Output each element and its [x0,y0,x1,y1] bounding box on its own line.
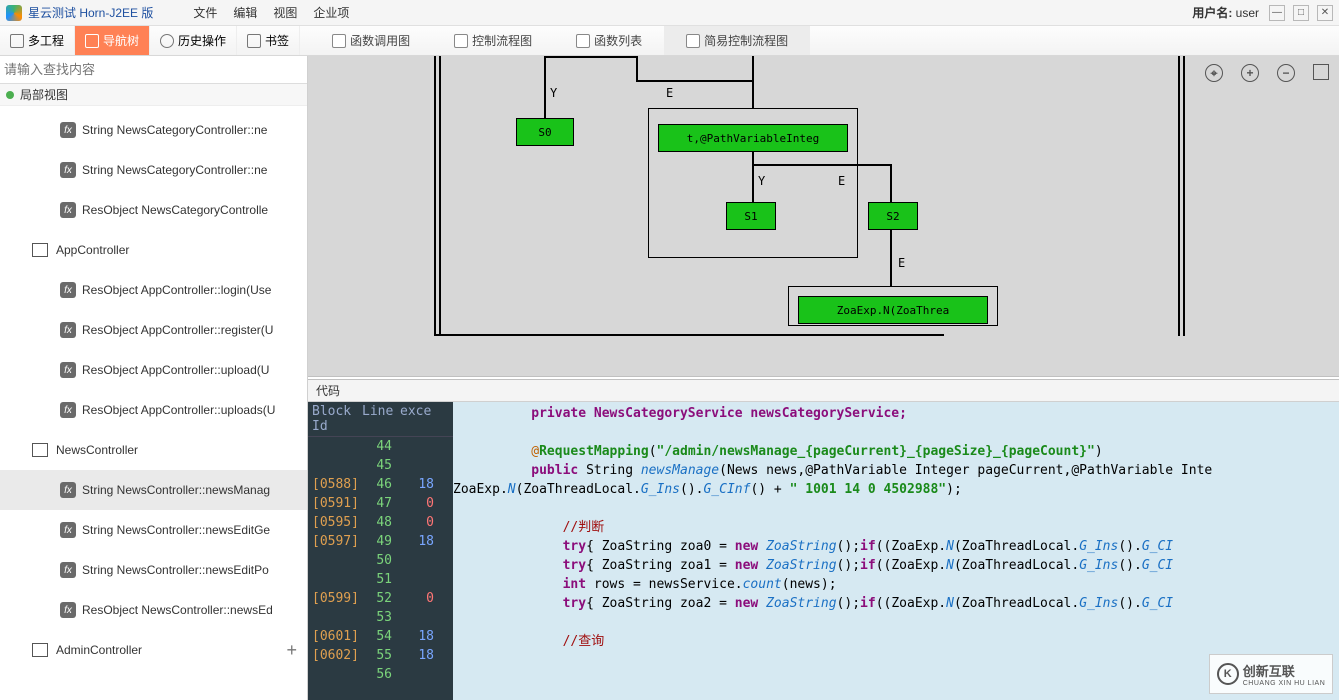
menu-edit[interactable]: 编辑 [233,4,257,21]
zoom-out-icon[interactable]: − [1277,64,1295,82]
maximize-button[interactable]: □ [1293,5,1309,21]
code-section: 代码 Block Id Line exce 4445[0588]4618[059… [308,380,1339,700]
flow-node-s1[interactable]: S1 [726,202,776,230]
tree-group[interactable]: NewsController [0,430,307,470]
menu-bar: 文件 编辑 视图 企业项 [193,4,349,21]
tab-simpleflow[interactable]: 简易控制流程图 [664,26,810,55]
flow-node-pathvar[interactable]: t,@PathVariableInteg [658,124,848,152]
menu-enterprise[interactable]: 企业项 [313,4,349,21]
toolbar-multiproject[interactable]: 多工程 [0,26,75,55]
code-editor[interactable]: private NewsCategoryService newsCategory… [453,402,1339,700]
flow-label-y: Y [550,86,557,100]
flow-node-s0[interactable]: S0 [516,118,574,146]
tree-group[interactable]: AdminController+ [0,630,307,670]
tree-group[interactable]: AppController [0,230,307,270]
flow-node-zoaexp[interactable]: ZoaExp.N(ZoaThrea [798,296,988,324]
view-label: 局部视图 [0,84,307,106]
tab-callgraph[interactable]: 函数调用图 [310,26,432,55]
flow-label-e3: E [898,256,905,270]
toolbar-bookmark[interactable]: 书签 [237,26,300,55]
app-logo [6,5,22,21]
tree-item[interactable]: fxResObject AppController::upload(U [0,350,307,390]
fullscreen-icon[interactable] [1313,64,1329,80]
minimize-button[interactable]: — [1269,5,1285,21]
sidebar: 局部视图 fxString NewsCategoryController::ne… [0,56,308,700]
tree-item[interactable]: fxString NewsController::newsManag [0,470,307,510]
menu-view[interactable]: 视图 [273,4,297,21]
menu-file[interactable]: 文件 [193,4,217,21]
toolbar-history[interactable]: 历史操作 [150,26,237,55]
code-title: 代码 [308,380,1339,402]
top-toolbar: 多工程 导航树 历史操作 书签 函数调用图 控制流程图 函数列表 简易控制流程图 [0,26,1339,56]
tree-item[interactable]: fxResObject AppController::uploads(U [0,390,307,430]
tree-item[interactable]: fxString NewsController::newsEditGe [0,510,307,550]
tree-item[interactable]: fxString NewsCategoryController::ne [0,150,307,190]
watermark: K 创新互联 CHUANG XIN HU LIAN [1209,654,1333,694]
toolbar-navtree[interactable]: 导航树 [75,26,150,55]
tree-item[interactable]: fxResObject NewsController::newsEd [0,590,307,630]
flow-node-s2[interactable]: S2 [868,202,918,230]
flow-label-y2: Y [758,174,765,188]
app-title: 星云测试 Horn-J2EE 版 [28,4,153,21]
search-input[interactable] [4,58,303,81]
flow-label-e: E [666,86,673,100]
user-label: 用户名: user [1192,4,1259,21]
tab-fnlist[interactable]: 函数列表 [554,26,664,55]
tab-cflow[interactable]: 控制流程图 [432,26,554,55]
tree-item[interactable]: fxResObject NewsCategoryControlle [0,190,307,230]
zoom-in-icon[interactable]: + [1241,64,1259,82]
flowchart[interactable]: ⌖ + − Y S0 E t,@PathVariableInteg Y [308,56,1339,376]
tree-item[interactable]: fxResObject AppController::login(Use [0,270,307,310]
nav-tree: fxString NewsCategoryController::nefxStr… [0,106,307,700]
flow-label-e2: E [838,174,845,188]
tree-item[interactable]: fxString NewsCategoryController::ne [0,110,307,150]
title-bar: 星云测试 Horn-J2EE 版 文件 编辑 视图 企业项 用户名: user … [0,0,1339,26]
tree-item[interactable]: fxResObject AppController::register(U [0,310,307,350]
close-button[interactable]: ✕ [1317,5,1333,21]
tree-item[interactable]: fxString NewsController::newsEditPo [0,550,307,590]
zoom-reset-icon[interactable]: ⌖ [1205,64,1223,82]
code-gutter: Block Id Line exce 4445[0588]4618[0591]4… [308,402,453,700]
